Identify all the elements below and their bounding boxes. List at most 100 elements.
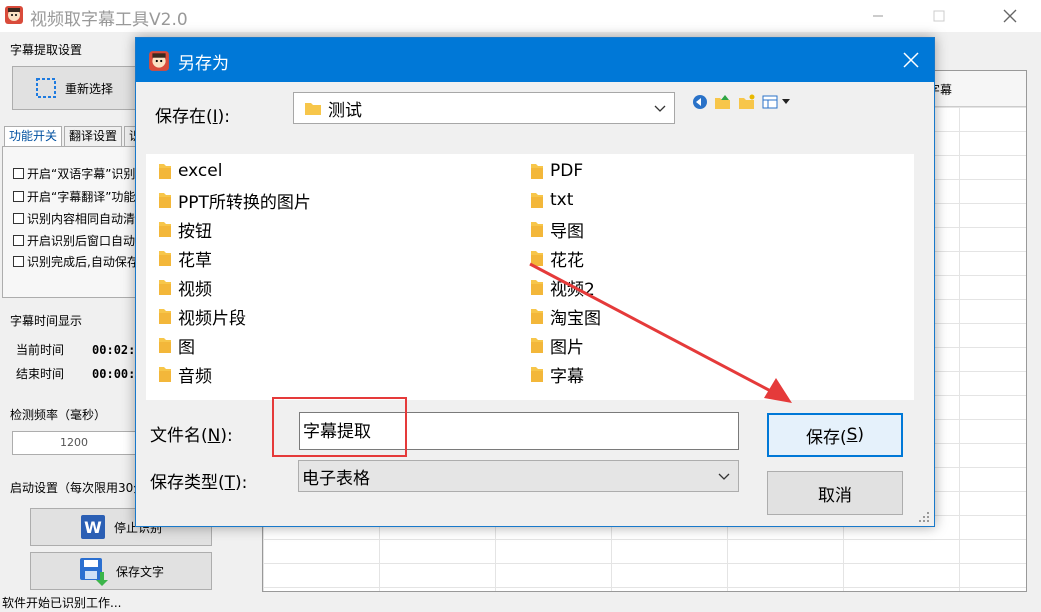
resize-grip-icon[interactable] (919, 512, 931, 524)
folder-item[interactable]: excel (158, 160, 222, 182)
freq-input[interactable]: 1200 (12, 431, 136, 455)
save-in-label-suffix: ): (217, 107, 231, 127)
folder-item[interactable]: 花草 (158, 247, 212, 271)
folder-icon (531, 338, 543, 353)
folder-icon (159, 338, 171, 353)
folder-name: 图片 (550, 337, 584, 358)
folder-item[interactable]: txt (530, 189, 573, 211)
filename-label-suffix: ): (220, 426, 233, 446)
save-in-label-text: 保存在( (155, 107, 213, 127)
folder-name: PPT所转换的图片 (178, 192, 311, 213)
folder-icon (159, 367, 171, 382)
maximize-icon (933, 10, 945, 22)
dialog-close-button[interactable] (888, 38, 934, 82)
view-menu-button[interactable] (762, 95, 792, 109)
folder-item[interactable]: 淘宝图 (530, 305, 601, 329)
folder-icon (159, 193, 171, 208)
minimize-icon (873, 15, 883, 17)
word-icon: W (80, 515, 105, 539)
folder-icon (531, 309, 543, 324)
tab-switches[interactable]: 功能开关 (4, 126, 63, 146)
checkbox[interactable] (13, 191, 24, 202)
back-icon (693, 95, 707, 109)
folder-item[interactable]: PDF (530, 160, 583, 182)
folder-icon (159, 164, 171, 179)
folder-name: 视频片段 (178, 308, 246, 329)
switch-dedupe[interactable]: 识别内容相同自动清除 (13, 210, 147, 227)
filetype-label: 保存类型(T): (150, 468, 247, 493)
folder-item[interactable]: 音频 (158, 363, 212, 387)
folder-icon (159, 251, 171, 266)
save-button[interactable]: 保存(S) (767, 413, 903, 457)
end-time-label: 结束时间 (16, 367, 65, 381)
app-titlebar: 视频取字幕工具V2.0 (0, 0, 1041, 32)
folder-name: 花草 (178, 250, 212, 271)
folder-item[interactable]: 字幕 (530, 363, 584, 387)
folder-item[interactable]: 视频2 (530, 276, 595, 300)
current-time-row: 当前时间 00:02:0 (16, 341, 143, 358)
folder-item[interactable]: 导图 (530, 218, 584, 242)
folder-item[interactable]: 视频片段 (158, 305, 246, 329)
folder-item[interactable]: PPT所转换的图片 (158, 189, 311, 213)
up-folder-button[interactable] (714, 94, 732, 110)
minimize-button[interactable] (855, 0, 901, 32)
checkbox[interactable] (13, 168, 24, 179)
maximize-button[interactable] (916, 0, 962, 32)
folder-name: 导图 (550, 221, 584, 242)
current-time-label: 当前时间 (16, 343, 65, 357)
filename-label-text: 文件名( (150, 426, 208, 446)
file-list[interactable]: excel PPT所转换的图片按钮花草视频视频片段图音频 PDF txt 导图花花视频… (146, 154, 914, 400)
filetype-select[interactable]: 电子表格 (298, 460, 739, 492)
chevron-down-icon (654, 105, 666, 112)
filetype-label-text: 保存类型( (150, 473, 225, 493)
folder-name: 花花 (550, 250, 584, 271)
tab-panel: 开启“双语字幕”识别 开启“字幕翻译”功能 识别内容相同自动清除 开启识别后窗口… (2, 146, 147, 298)
save-disk-icon (79, 558, 108, 586)
folder-item[interactable]: 图片 (530, 334, 584, 358)
switch-window-auto[interactable]: 开启识别后窗口自动 (13, 232, 135, 249)
checkbox[interactable] (13, 256, 24, 267)
checkbox[interactable] (13, 213, 24, 224)
folder-name: txt (550, 190, 574, 210)
folder-item[interactable]: 视频 (158, 276, 212, 300)
folder-icon (159, 309, 171, 324)
folder-icon (531, 164, 543, 179)
close-icon (903, 52, 919, 68)
freq-label: 检测频率（毫秒） (10, 408, 107, 422)
reselect-button[interactable]: 重新选择 (12, 66, 136, 110)
app-title: 视频取字幕工具V2.0 (30, 10, 188, 30)
folder-name: 视频2 (550, 279, 595, 300)
app-logo-icon (149, 51, 169, 71)
cancel-button[interactable]: 取消 (767, 471, 903, 515)
new-folder-button[interactable] (738, 94, 756, 110)
tab-translate[interactable]: 翻译设置 (64, 126, 123, 146)
save-in-select[interactable]: 测试 (293, 92, 675, 124)
folder-icon (531, 280, 543, 295)
save-in-label: 保存在(I): (155, 102, 230, 127)
folder-name: 音频 (178, 366, 212, 387)
back-button[interactable] (692, 94, 708, 110)
svg-text:W: W (84, 518, 102, 537)
switch-translate[interactable]: 开启“字幕翻译”功能 (13, 188, 135, 205)
folder-icon (531, 251, 543, 266)
checkbox[interactable] (13, 235, 24, 246)
app-logo-icon (5, 6, 23, 24)
save-text-button[interactable]: 保存文字 (30, 552, 212, 590)
folder-name: 淘宝图 (550, 308, 601, 329)
folder-item[interactable]: 图 (158, 334, 195, 358)
time-group-label: 字幕时间显示 (10, 314, 83, 328)
up-folder-icon (715, 95, 730, 109)
switch-bilingual[interactable]: 开启“双语字幕”识别 (13, 165, 135, 182)
switch-autosave[interactable]: 识别完成后,自动保存 (13, 253, 139, 270)
close-icon (1003, 9, 1017, 23)
filetype-label-suffix: ): (235, 473, 248, 493)
switch-label: 开启识别后窗口自动 (27, 234, 136, 248)
app-close-button[interactable] (987, 0, 1033, 32)
folder-item[interactable]: 按钮 (158, 218, 212, 242)
extract-group-label: 字幕提取设置 (10, 43, 83, 57)
folder-icon (531, 367, 543, 382)
folder-item[interactable]: 花花 (530, 247, 584, 271)
new-folder-icon (739, 94, 755, 109)
filename-accesskey: N (207, 426, 221, 446)
folder-name: excel (178, 161, 223, 181)
